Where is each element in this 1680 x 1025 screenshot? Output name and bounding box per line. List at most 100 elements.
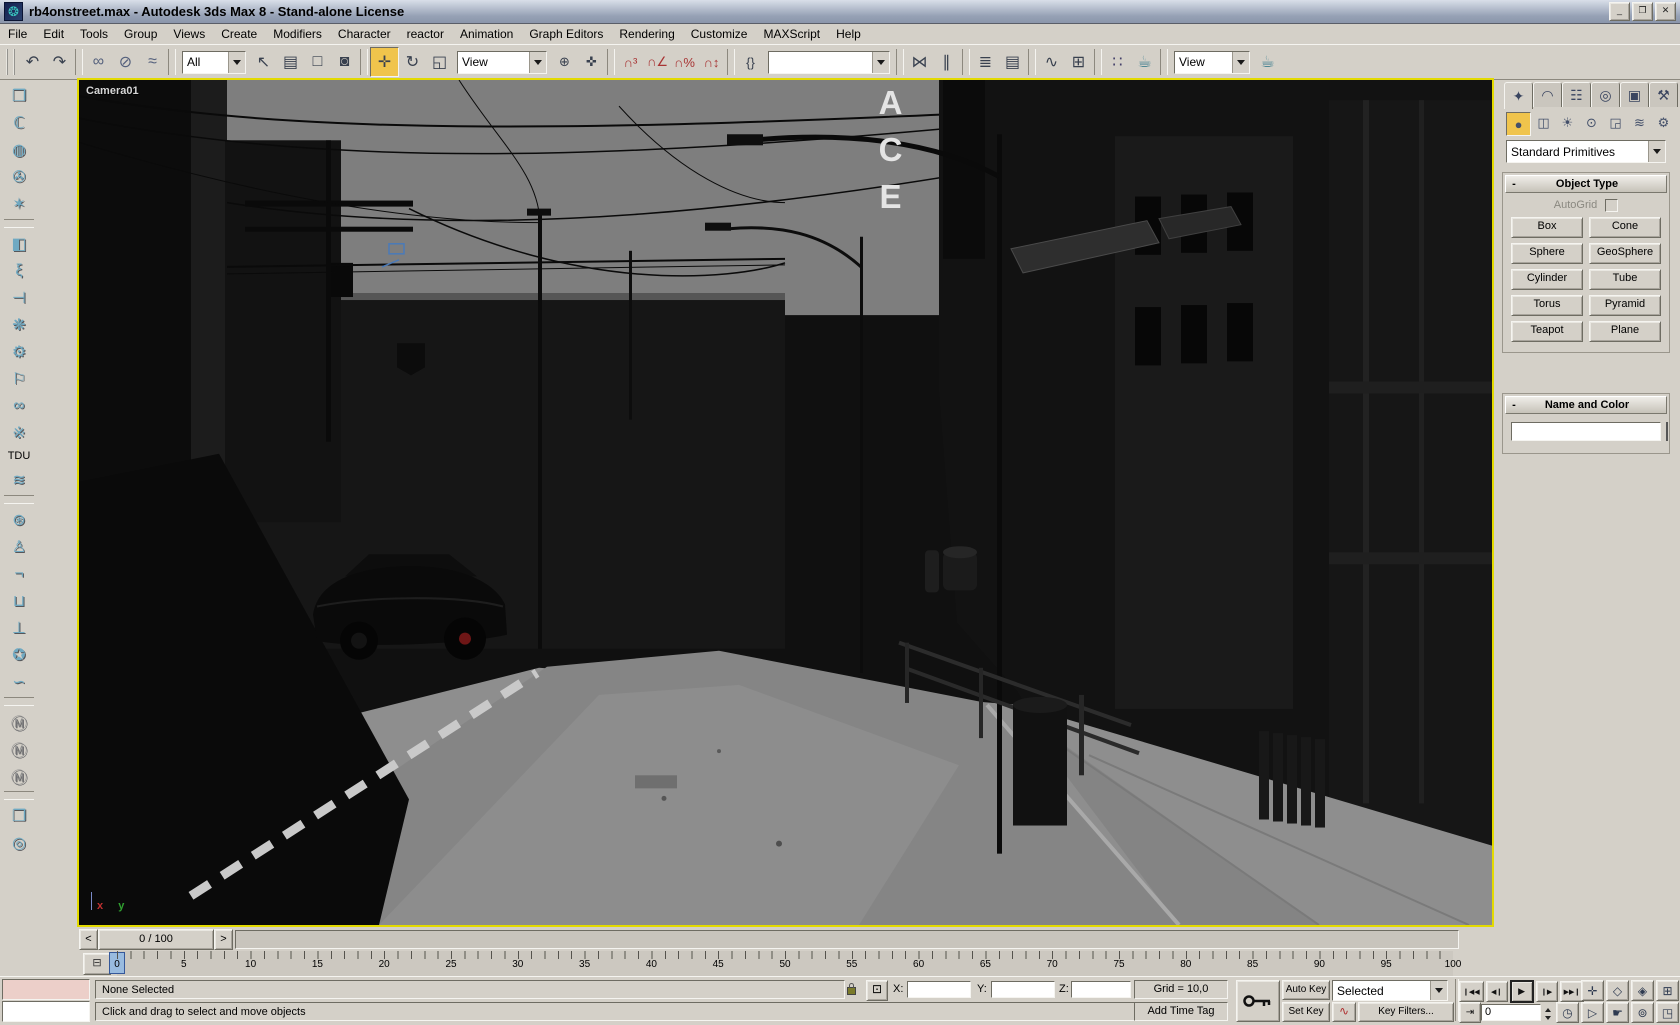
object-type-cylinder[interactable]: Cylinder: [1511, 269, 1583, 290]
select-and-scale-icon[interactable]: ◱: [426, 48, 453, 76]
track-bar-ruler[interactable]: 0 5 10 15 20 25 30 35 40 45 50 55 60 65 70 75 80 85 90 95 10…: [109, 951, 1461, 976]
play-button[interactable]: ▶: [1509, 980, 1534, 1003]
tab-hierarchy[interactable]: ☷: [1562, 82, 1591, 107]
car-wheel-icon[interactable]: ✪: [4, 641, 34, 668]
menu-file[interactable]: File: [0, 25, 35, 43]
menu-help[interactable]: Help: [828, 25, 869, 43]
render-scene-icon[interactable]: ☕: [1131, 48, 1158, 76]
align-icon[interactable]: ∥: [933, 48, 960, 76]
object-type-teapot[interactable]: Teapot: [1511, 321, 1583, 342]
set-key-button[interactable]: Set Key: [1282, 1002, 1330, 1022]
object-type-sphere[interactable]: Sphere: [1511, 243, 1583, 264]
category-lights[interactable]: ☀: [1556, 112, 1579, 134]
spring-icon[interactable]: ξ: [4, 257, 34, 284]
object-color-swatch[interactable]: [1666, 422, 1668, 441]
object-type-geosphere[interactable]: GeoSphere: [1589, 243, 1661, 264]
object-type-box[interactable]: Box: [1511, 217, 1583, 238]
category-geometry[interactable]: ●: [1506, 112, 1531, 136]
z-coordinate-field[interactable]: [1071, 981, 1131, 998]
layer-list-icon[interactable]: ▤: [999, 48, 1026, 76]
next-frame-button[interactable]: ❙▶: [1535, 981, 1558, 1002]
snap-toggle-3d-icon[interactable]: ∩³: [617, 48, 644, 76]
time-slider-handle[interactable]: 0 / 100: [98, 929, 214, 950]
current-frame-field[interactable]: 0: [1481, 1004, 1541, 1021]
time-slider-prev-button[interactable]: <: [79, 929, 98, 950]
object-type-rollout-header[interactable]: - Object Type: [1505, 175, 1667, 193]
property-editor-icon[interactable]: ❐: [4, 802, 34, 829]
key-filters-button[interactable]: Key Filters...: [1358, 1002, 1454, 1022]
rope-constraint-icon[interactable]: ∽: [4, 668, 34, 695]
time-slider-next-button[interactable]: >: [214, 929, 233, 950]
tab-modify[interactable]: ◠: [1533, 82, 1562, 107]
angle-snap-icon[interactable]: ∩∠: [644, 48, 671, 76]
auto-key-button[interactable]: Auto Key: [1282, 980, 1330, 1000]
layer-manager-icon[interactable]: ≣: [972, 48, 999, 76]
object-type-cone[interactable]: Cone: [1589, 217, 1661, 238]
chevron-down-icon[interactable]: [872, 51, 889, 73]
select-by-name-icon[interactable]: ▤: [277, 48, 304, 76]
menu-group[interactable]: Group: [116, 25, 165, 43]
schematic-view-icon[interactable]: ⊞: [1065, 48, 1092, 76]
bind-to-space-warp-icon[interactable]: ≈: [139, 48, 166, 76]
ragdoll-icon[interactable]: ♙: [4, 533, 34, 560]
open-mini-curve-editor-button[interactable]: ⊟: [83, 953, 111, 975]
name-and-color-rollout-header[interactable]: - Name and Color: [1505, 396, 1667, 414]
autogrid-checkbox[interactable]: [1605, 198, 1619, 212]
viewport-scene[interactable]: [79, 80, 1492, 925]
menu-reactor[interactable]: reactor: [399, 25, 452, 43]
menu-views[interactable]: Views: [165, 25, 213, 43]
selection-set-dropdown[interactable]: Selected: [1332, 980, 1448, 1001]
chevron-down-icon[interactable]: [228, 51, 245, 73]
time-slider-track[interactable]: [235, 930, 1459, 949]
y-coordinate-field[interactable]: [991, 981, 1055, 998]
selection-filter-dropdown[interactable]: All: [182, 50, 246, 74]
constraint-solver-icon[interactable]: ⊛: [4, 506, 34, 533]
minimize-button[interactable]: _: [1609, 2, 1630, 21]
zoom-extents-icon[interactable]: ◈: [1631, 980, 1654, 1001]
category-space-warps[interactable]: ≋: [1628, 112, 1651, 134]
water-icon[interactable]: ≋: [4, 466, 34, 493]
primitives-category-dropdown[interactable]: Standard Primitives: [1506, 140, 1666, 163]
default-in-out-tangents-button[interactable]: ∿: [1332, 1002, 1356, 1022]
tab-display[interactable]: ▣: [1620, 82, 1649, 107]
hinge-icon[interactable]: ¬: [4, 560, 34, 587]
category-helpers[interactable]: ◲: [1604, 112, 1627, 134]
cloth-collection-icon[interactable]: ℂ: [4, 109, 34, 136]
maxscript-mini-listener-bottom[interactable]: [2, 1001, 90, 1022]
zoom-all-icon[interactable]: ◇: [1606, 980, 1629, 1001]
fracture-icon[interactable]: ※: [4, 419, 34, 446]
menu-tools[interactable]: Tools: [72, 25, 116, 43]
pan-icon[interactable]: ☛: [1606, 1002, 1629, 1023]
tab-motion[interactable]: ◎: [1591, 82, 1620, 107]
time-configuration-button[interactable]: ◷: [1556, 1002, 1579, 1023]
object-type-pyramid[interactable]: Pyramid: [1589, 295, 1661, 316]
curve-editor-icon[interactable]: ∿: [1038, 48, 1065, 76]
previous-frame-button[interactable]: ◀❙: [1485, 981, 1508, 1002]
rigid-body-collection-icon[interactable]: ❒: [4, 82, 34, 109]
toy-car-icon[interactable]: ∞: [4, 392, 34, 419]
menu-customize[interactable]: Customize: [683, 25, 756, 43]
gear-icon[interactable]: ⚙: [4, 338, 34, 365]
mirror-icon[interactable]: ⋈: [906, 48, 933, 76]
category-cameras[interactable]: ⊙: [1580, 112, 1603, 134]
spinner-snap-icon[interactable]: ∩↕: [698, 48, 725, 76]
set-keys-button[interactable]: [1236, 980, 1280, 1022]
menu-edit[interactable]: Edit: [35, 25, 72, 43]
plane-icon[interactable]: ◧: [4, 230, 34, 257]
close-button[interactable]: ✕: [1655, 2, 1676, 21]
wind-icon[interactable]: ⚐: [4, 365, 34, 392]
min-max-toggle-icon[interactable]: ◳: [1656, 1002, 1679, 1023]
menu-create[interactable]: Create: [213, 25, 265, 43]
field-of-view-icon[interactable]: ▷: [1581, 1002, 1604, 1023]
zoom-extents-all-icon[interactable]: ⊞: [1656, 980, 1679, 1001]
apply-soft-body-modifier-icon[interactable]: Ⓜ: [4, 735, 34, 762]
undo-icon[interactable]: ↶: [19, 48, 46, 76]
unlink-selection-icon[interactable]: ⊘: [112, 48, 139, 76]
select-and-rotate-icon[interactable]: ↻: [399, 48, 426, 76]
use-pivot-center-icon[interactable]: ⊕: [551, 48, 578, 76]
menu-rendering[interactable]: Rendering: [611, 25, 682, 43]
deforming-mesh-collection-icon[interactable]: ✶: [4, 190, 34, 217]
menu-animation[interactable]: Animation: [452, 25, 521, 43]
percent-snap-icon[interactable]: ∩%: [671, 48, 698, 76]
apply-rope-modifier-icon[interactable]: Ⓜ: [4, 762, 34, 789]
